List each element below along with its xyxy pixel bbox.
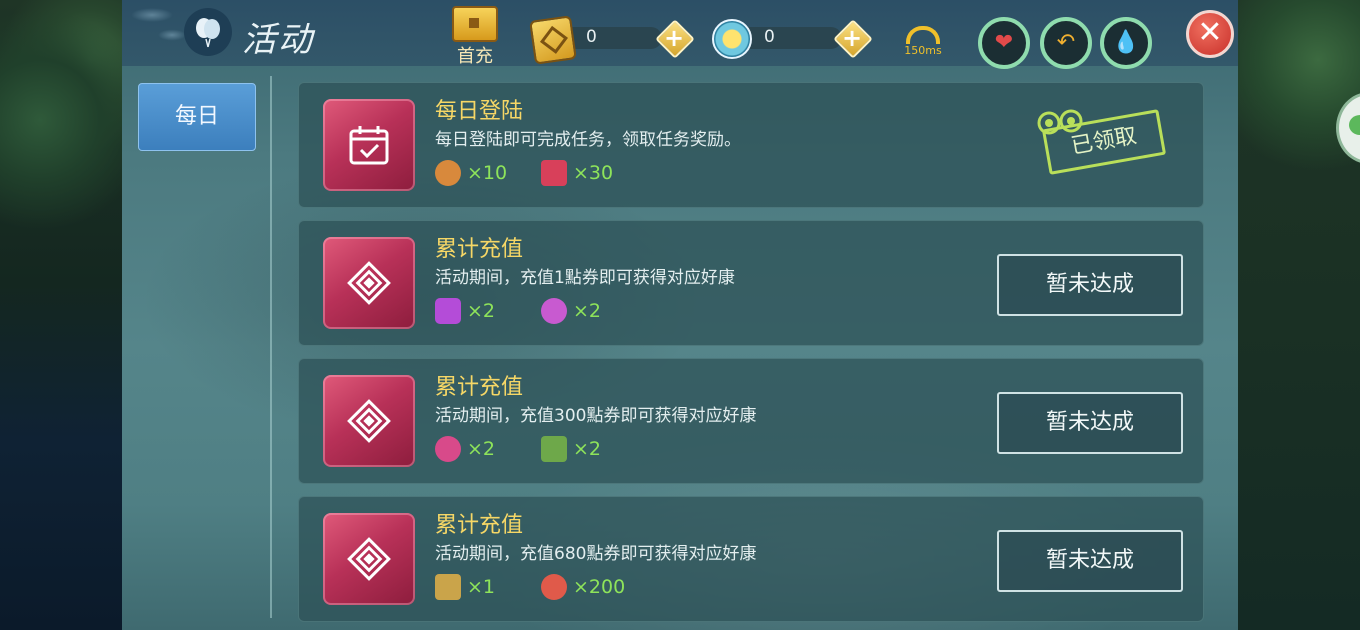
water-button[interactable]: 💧 [1100, 17, 1152, 69]
task-title: 累计充值 [435, 237, 524, 262]
reward-quantity: ×200 [573, 576, 626, 598]
reward-item: ×2 [541, 435, 601, 463]
task-description: 活动期间，充值1點券即可获得对应好康 [435, 268, 735, 288]
reward-quantity: ×2 [467, 438, 496, 460]
reward-item: ×10 [435, 159, 507, 187]
sidebar-divider [270, 76, 272, 618]
health-button[interactable]: ❤ [978, 17, 1030, 69]
pink-potion-icon [435, 436, 461, 462]
reward-quantity: ×2 [467, 300, 496, 322]
add-gold-button[interactable]: + [655, 19, 695, 59]
reward-item: ×2 [541, 297, 601, 325]
close-icon: ✕ [1197, 15, 1223, 50]
plus-icon: + [841, 24, 863, 52]
background-scenery-right [1238, 0, 1360, 630]
first-recharge-label: 首充 [457, 46, 493, 67]
activity-panel: 活动 首充 0 + 0 + 150ms ❤ ↶ 💧 ✕ 每日 每日登陆 每日登陆… [122, 0, 1238, 630]
gift-box-icon [541, 436, 567, 462]
strength-button[interactable]: ↶ [1040, 17, 1092, 69]
reward-quantity: ×30 [573, 162, 614, 184]
task-title: 每日登陆 [435, 99, 524, 124]
not-achieved-button[interactable]: 暂未达成 [997, 530, 1183, 592]
ping-label: 150ms [904, 44, 942, 57]
reward-item: ×200 [541, 573, 625, 601]
diamond-emblem-icon [323, 513, 415, 605]
water-drop-icon: 💧 [1112, 30, 1140, 55]
task-title: 累计充值 [435, 375, 524, 400]
leaf-decoration [122, 0, 192, 60]
task-row: 每日登陆 每日登陆即可完成任务，领取任务奖励。 ×10 ×30 已领取 [298, 82, 1204, 208]
muscle-icon: ↶ [1056, 30, 1076, 55]
plus-icon: + [663, 24, 685, 52]
pet-food-bag-icon [541, 160, 567, 186]
background-scenery-left [0, 0, 122, 630]
heart-icon: ❤ [994, 30, 1014, 55]
treasure-chest-icon [435, 574, 461, 600]
claimed-stamp: 已领取 [1021, 91, 1171, 181]
reward-item: ×1 [435, 573, 495, 601]
reward-quantity: ×2 [573, 438, 602, 460]
network-ping: 150ms [898, 26, 948, 57]
not-achieved-button[interactable]: 暂未达成 [997, 254, 1183, 316]
calendar-icon [323, 99, 415, 191]
add-sun-button[interactable]: + [833, 19, 873, 59]
reward-item: ×2 [435, 435, 495, 463]
task-description: 每日登陆即可完成任务，领取任务奖励。 [435, 130, 741, 150]
balloon-icon [184, 8, 232, 56]
signal-icon [906, 26, 940, 44]
task-title: 累计充值 [435, 513, 524, 538]
reward-quantity: ×1 [467, 576, 496, 598]
task-description: 活动期间，充值300點券即可获得对应好康 [435, 406, 757, 426]
tab-daily[interactable]: 每日 [138, 83, 256, 151]
sun-amount: 0 [764, 27, 775, 47]
food-bowl-icon [435, 160, 461, 186]
close-button[interactable]: ✕ [1186, 10, 1234, 58]
task-row: 累计充值 活动期间，充值680點券即可获得对应好康 ×1 ×200 暂未达成 [298, 496, 1204, 622]
page-title: 活动 [242, 20, 314, 60]
gold-ticket-icon [529, 15, 577, 65]
candy-icon [541, 574, 567, 600]
diamond-emblem-icon [323, 375, 415, 467]
task-row: 累计充值 活动期间，充值1點券即可获得对应好康 ×2 ×2 暂未达成 [298, 220, 1204, 346]
reward-quantity: ×2 [573, 300, 602, 322]
reward-item: ×2 [435, 297, 495, 325]
first-recharge-button[interactable]: 首充 [450, 6, 500, 67]
task-row: 累计充值 活动期间，充值300點券即可获得对应好康 ×2 ×2 暂未达成 [298, 358, 1204, 484]
treasure-chest-icon [452, 6, 498, 42]
reward-item: ×30 [541, 159, 613, 187]
purple-gem-icon [541, 298, 567, 324]
gold-amount: 0 [586, 27, 597, 47]
sun-coin-icon [712, 19, 752, 59]
reward-quantity: ×10 [467, 162, 508, 184]
panel-header: 活动 首充 0 + 0 + 150ms ❤ ↶ 💧 ✕ [122, 0, 1238, 69]
task-description: 活动期间，充值680點券即可获得对应好康 [435, 544, 757, 564]
purple-crystal-icon [435, 298, 461, 324]
diamond-emblem-icon [323, 237, 415, 329]
not-achieved-button[interactable]: 暂未达成 [997, 392, 1183, 454]
